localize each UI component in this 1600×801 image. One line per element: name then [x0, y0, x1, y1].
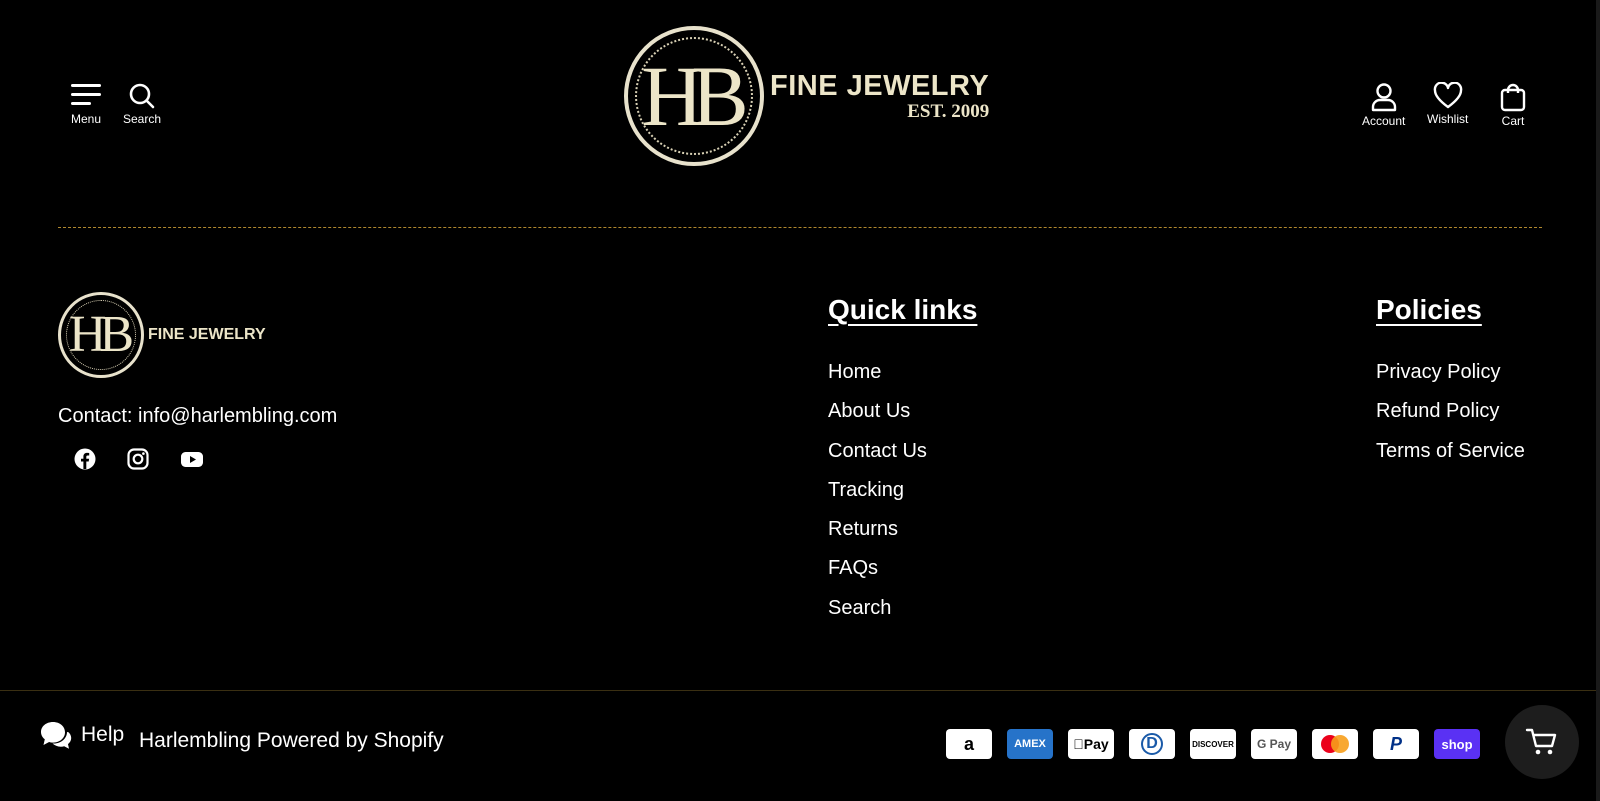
policies-list: Privacy Policy Refund Policy Terms of Se…: [1376, 360, 1525, 478]
diners-club-icon: D: [1129, 729, 1175, 759]
site-logo[interactable]: HB FINE JEWELRY EST. 2009: [624, 26, 989, 166]
footer-logo-seal: HB: [58, 292, 144, 378]
footer-logo-title: FINE JEWELRY: [148, 326, 266, 343]
account-button[interactable]: Account: [1362, 82, 1405, 128]
search-icon: [129, 83, 155, 109]
quick-link-home[interactable]: Home: [828, 360, 977, 399]
site-header: Menu Search HB FINE JEWELRY EST. 2009 Ac…: [0, 0, 1600, 200]
account-label: Account: [1362, 114, 1406, 128]
quick-link-about-us[interactable]: About Us: [828, 399, 977, 438]
amazon-pay-icon: a: [946, 729, 992, 759]
policies-column: Policies Privacy Policy Refund Policy Te…: [1376, 294, 1525, 478]
heart-icon: [1433, 82, 1462, 109]
quick-link-search[interactable]: Search: [828, 596, 977, 635]
quick-links-heading[interactable]: Quick links: [828, 294, 977, 326]
social-links: [74, 448, 203, 470]
help-button[interactable]: Help: [40, 720, 124, 750]
quick-link-contact-us[interactable]: Contact Us: [828, 439, 977, 478]
google-pay-icon: G Pay: [1251, 729, 1297, 759]
hamburger-icon: [71, 84, 101, 105]
amex-icon: AMEX: [1007, 729, 1053, 759]
discover-icon: DISCOVER: [1190, 729, 1236, 759]
facebook-icon[interactable]: [74, 448, 96, 470]
youtube-icon[interactable]: [180, 448, 203, 470]
logo-text: FINE JEWELRY EST. 2009: [770, 70, 989, 123]
help-label: Help: [81, 723, 125, 746]
policies-heading[interactable]: Policies: [1376, 294, 1525, 326]
quick-link-faqs[interactable]: FAQs: [828, 556, 977, 595]
user-icon: [1371, 83, 1396, 112]
footer-bottom-divider: [0, 690, 1600, 691]
cart-button[interactable]: Cart: [1499, 82, 1527, 128]
logo-title: FINE JEWELRY: [770, 69, 990, 102]
shopping-bag-icon: [1500, 83, 1526, 112]
quick-links-column: Quick links Home About Us Contact Us Tra…: [828, 294, 977, 635]
menu-label: Menu: [70, 112, 102, 126]
wishlist-label: Wishlist: [1427, 112, 1469, 126]
wishlist-button[interactable]: Wishlist: [1427, 82, 1468, 126]
quick-link-tracking[interactable]: Tracking: [828, 478, 977, 517]
section-divider: [58, 227, 1542, 228]
logo-est: EST. 2009: [907, 100, 990, 122]
logo-monogram: HB: [641, 48, 749, 144]
quick-links-list: Home About Us Contact Us Tracking Return…: [828, 360, 977, 635]
footer-logo-monogram: HB: [68, 306, 134, 363]
mastercard-icon: [1312, 729, 1358, 759]
contact-email[interactable]: Contact: info@harlembling.com: [58, 405, 337, 428]
payment-methods: a AMEX Pay D DISCOVER G Pay P shop: [946, 729, 1480, 759]
search-button[interactable]: Search: [123, 82, 161, 126]
page-edge: [1596, 0, 1600, 801]
policy-link-terms[interactable]: Terms of Service: [1376, 439, 1525, 478]
quick-link-returns[interactable]: Returns: [828, 517, 977, 556]
search-label: Search: [123, 112, 162, 126]
cart-label: Cart: [1501, 114, 1525, 128]
powered-by-text[interactable]: Harlembling Powered by Shopify: [139, 729, 444, 753]
cart-icon: [1525, 728, 1557, 755]
menu-button[interactable]: Menu: [70, 82, 102, 126]
policy-link-privacy[interactable]: Privacy Policy: [1376, 360, 1525, 399]
chat-bubbles-icon: [41, 722, 72, 749]
paypal-icon: P: [1373, 729, 1419, 759]
apple-pay-icon: Pay: [1068, 729, 1114, 759]
policy-link-refund[interactable]: Refund Policy: [1376, 399, 1525, 438]
instagram-icon[interactable]: [127, 448, 149, 470]
footer-logo[interactable]: HB FINE JEWELRY: [58, 292, 266, 378]
floating-cart-button[interactable]: [1505, 705, 1579, 779]
logo-seal: HB: [624, 26, 764, 166]
shop-pay-icon: shop: [1434, 729, 1480, 759]
